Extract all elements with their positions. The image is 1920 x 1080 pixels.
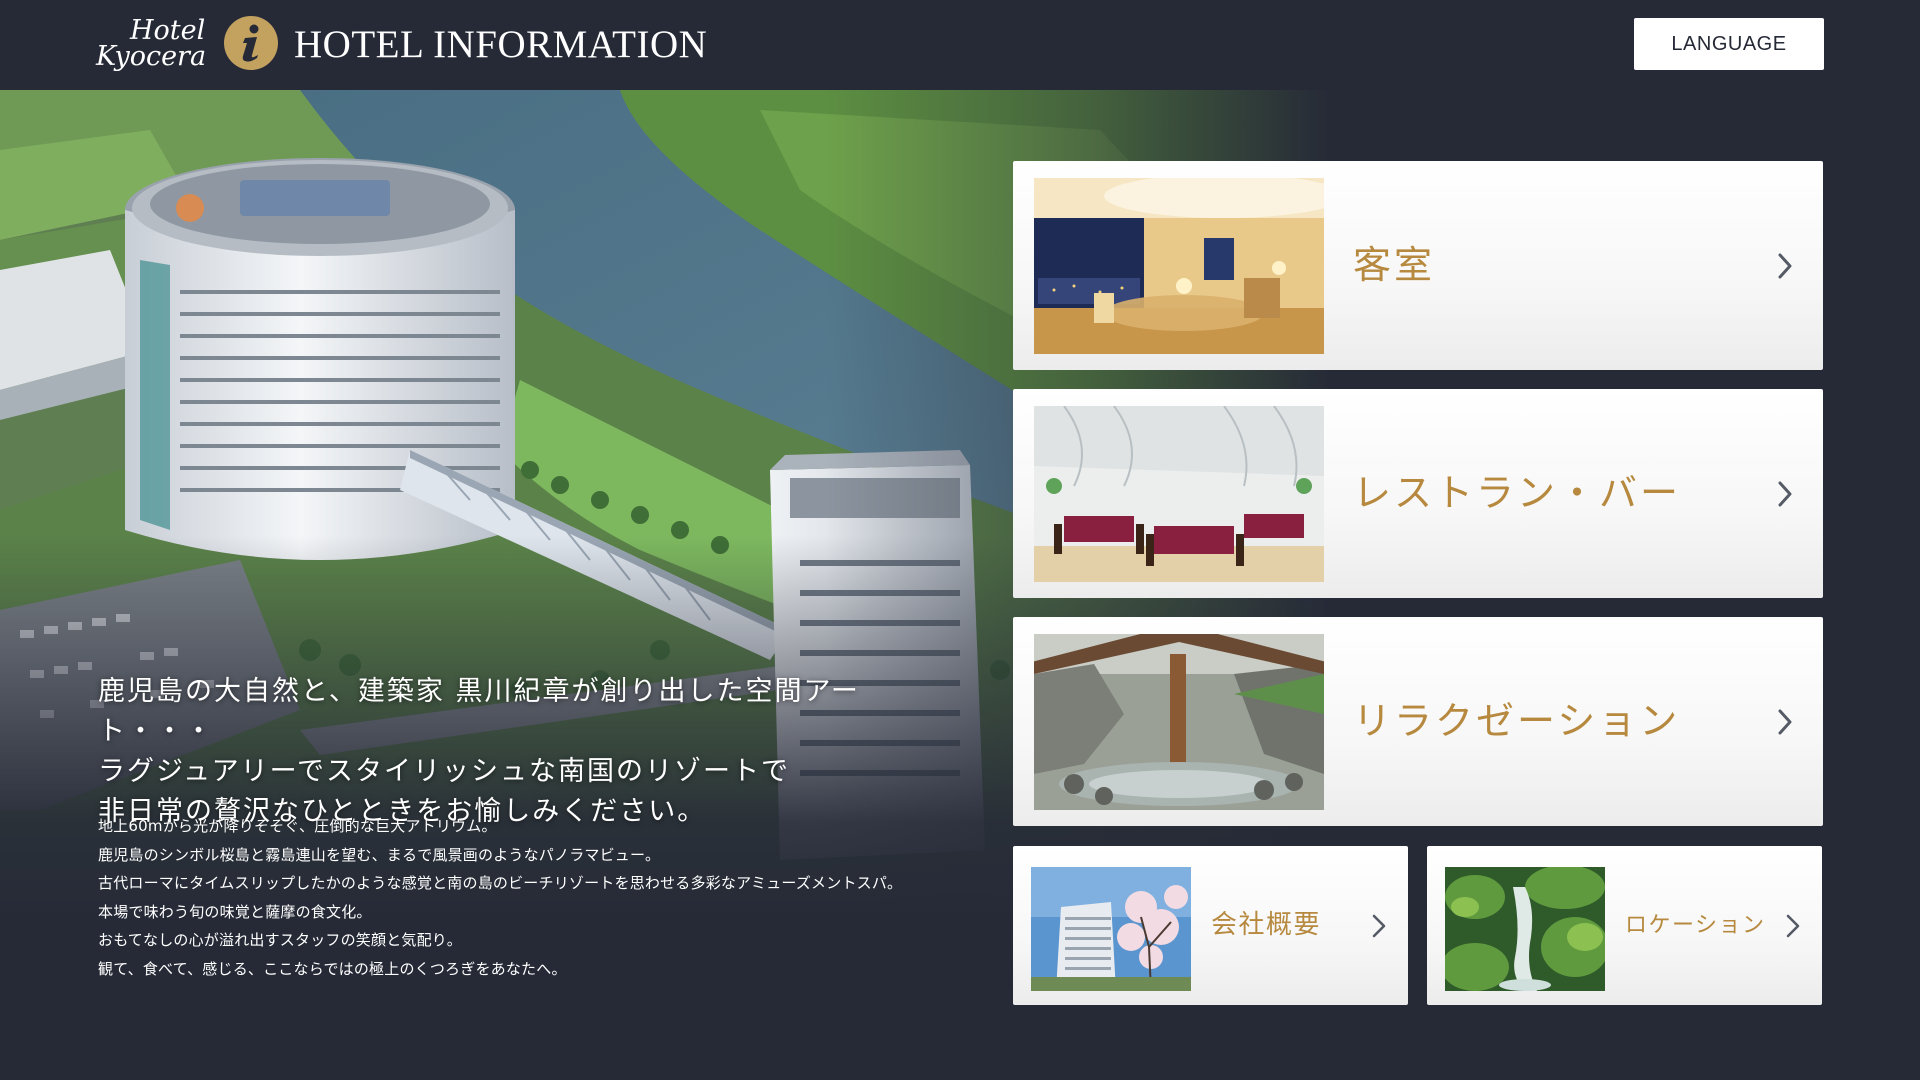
language-button[interactable]: LANGUAGE [1634,18,1824,70]
menu-card-rooms[interactable]: 客室 [1013,161,1823,370]
menu-card-location[interactable]: ロケーション [1427,846,1822,1005]
description-line: 古代ローマにタイムスリップしたかのような感覚と南の島のビーチリゾートを思わせる多… [98,874,903,893]
menu-label-restaurants-bars: レストラン・バー [1353,471,1682,515]
hotel-kyocera-logo[interactable]: Hotel Kyocera [96,14,214,76]
header-bar: Hotel Kyocera HOTEL INFORMATION LANGUAGE [0,0,1920,90]
menu-label-rooms: 客室 [1353,243,1436,287]
chevron-right-icon [1778,481,1792,506]
menu-label-company-overview: 会社概要 [1211,910,1322,940]
description-line: 本場で味わう旬の味覚と薩摩の食文化。 [98,902,372,921]
logo-line-2: Kyocera [96,41,207,72]
catch-line: ラグジュアリーでスタイリッシュな南国のリゾートで [98,756,790,787]
chevron-right-icon [1372,914,1386,937]
catch-line: 鹿児島の大自然と、建築家 黒川紀章が創り出した空間アート・・・ [98,676,860,747]
menu-card-restaurants-bars[interactable]: レストラン・バー [1013,389,1823,598]
rooms-photo [1034,178,1324,354]
chevron-right-icon [1786,914,1800,937]
description-line: 観て、食べて、感じる、ここならではの極上のくつろぎをあなたへ。 [98,959,567,978]
description-line: 鹿児島のシンボル桜島と霧島連山を望む、まるで風景画のようなパノラマビュー。 [98,845,661,864]
menu-card-company-overview[interactable]: 会社概要 [1013,846,1408,1005]
menu-label-relaxation: リラクゼーション [1353,699,1681,743]
chevron-right-icon [1778,709,1792,734]
menu-card-relaxation[interactable]: リラクゼーション [1013,617,1823,826]
location-photo [1445,867,1605,991]
description-line: おもてなしの心が溢れ出すスタッフの笑顔と気配り。 [98,931,462,950]
restaurant-photo [1034,406,1324,582]
info-icon [224,16,278,70]
relaxation-photo [1034,634,1324,810]
chevron-right-icon [1778,253,1792,278]
page-title: HOTEL INFORMATION [294,23,708,66]
description-line: 地上60mから光が降りそそぐ、圧倒的な巨大アトリウム。 [98,817,497,835]
company-photo [1031,867,1191,991]
menu-label-location: ロケーション [1625,913,1766,938]
hero-catchphrase: 鹿児島の大自然と、建築家 黒川紀章が創り出した空間アート・・・ ラグジュアリーで… [98,672,958,832]
hero-description: 地上60mから光が降りそそぐ、圧倒的な巨大アトリウム。 鹿児島のシンボル桜島と霧… [98,812,978,984]
